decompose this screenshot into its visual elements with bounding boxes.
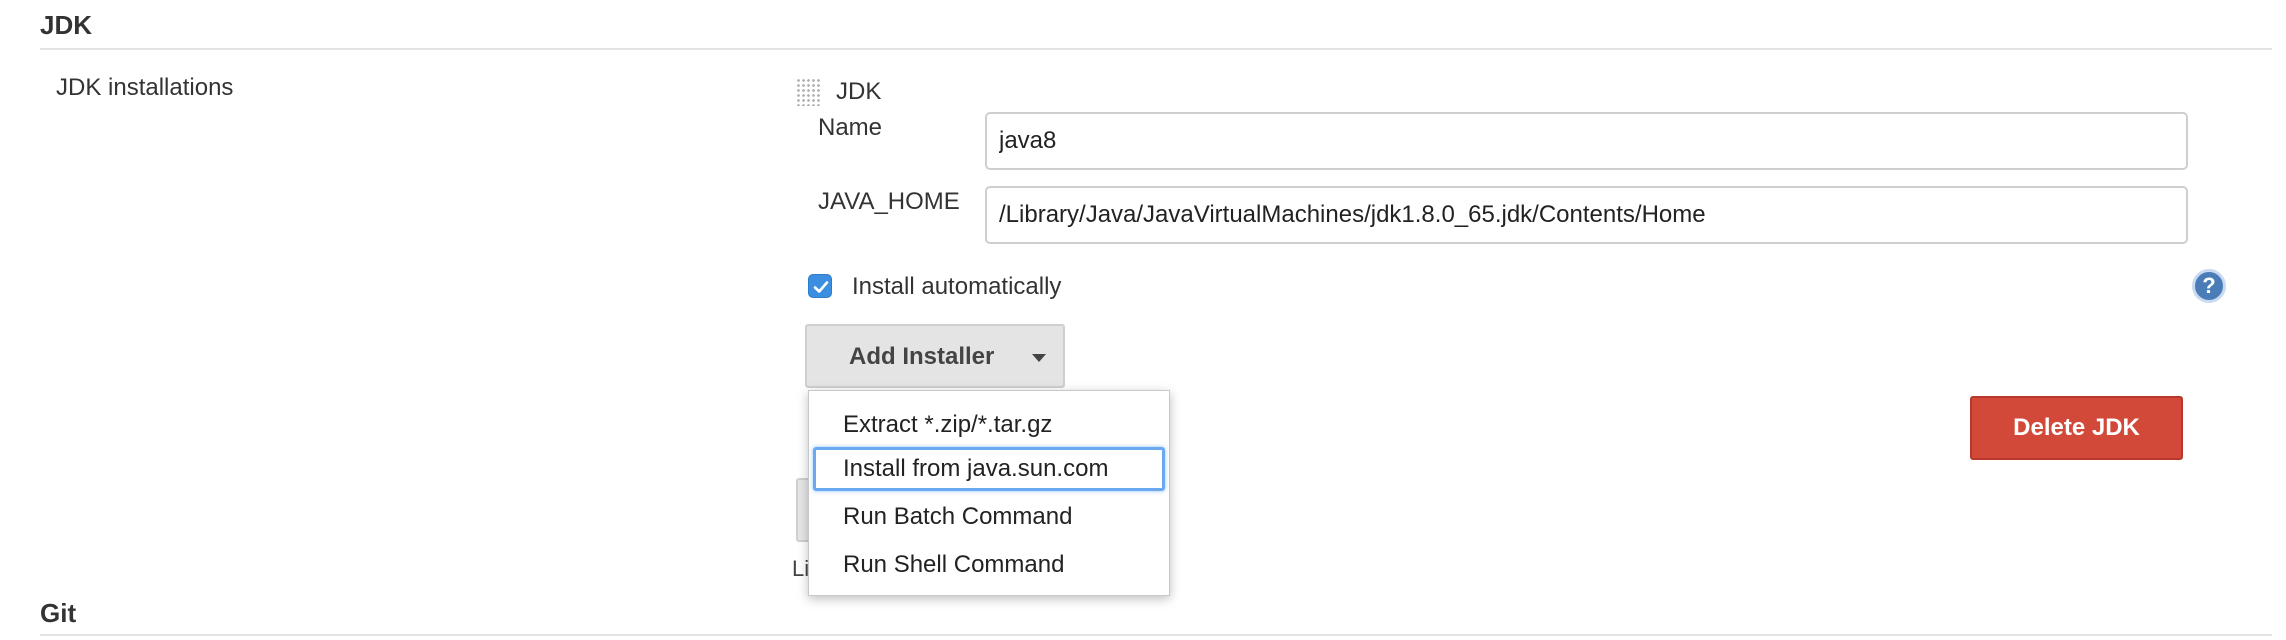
section-divider	[40, 634, 2272, 636]
caret-down-icon	[1032, 354, 1046, 362]
help-icon[interactable]: ?	[2192, 269, 2226, 303]
drag-handle-icon[interactable]	[796, 78, 820, 106]
section-title-git: Git	[40, 598, 77, 628]
name-label: Name	[818, 114, 883, 141]
add-installer-menu: Extract *.zip/*.tar.gz Install from java…	[808, 390, 1170, 596]
java-home-label: JAVA_HOME	[818, 188, 960, 215]
add-installer-button[interactable]: Add Installer	[805, 324, 1065, 388]
menu-item-install-from-java-sun[interactable]: Install from java.sun.com	[813, 447, 1165, 491]
jdk-installations-label: JDK installations	[56, 74, 234, 101]
section-title-jdk: JDK	[40, 10, 93, 40]
menu-item-run-batch-command[interactable]: Run Batch Command	[813, 495, 1165, 539]
delete-jdk-button[interactable]: Delete JDK	[1970, 396, 2183, 460]
section-divider	[40, 48, 2272, 50]
java-home-input[interactable]	[985, 186, 2188, 244]
add-installer-label: Add Installer	[849, 343, 995, 370]
install-automatically-label: Install automatically	[852, 273, 1062, 300]
menu-item-extract-archive[interactable]: Extract *.zip/*.tar.gz	[813, 403, 1165, 447]
install-automatically-checkbox[interactable]	[808, 274, 832, 298]
jdk-item-title: JDK	[836, 78, 882, 105]
menu-item-run-shell-command[interactable]: Run Shell Command	[813, 543, 1165, 587]
name-input[interactable]	[985, 112, 2188, 170]
checkmark-icon	[813, 281, 829, 293]
obscured-text: Li	[792, 556, 810, 581]
